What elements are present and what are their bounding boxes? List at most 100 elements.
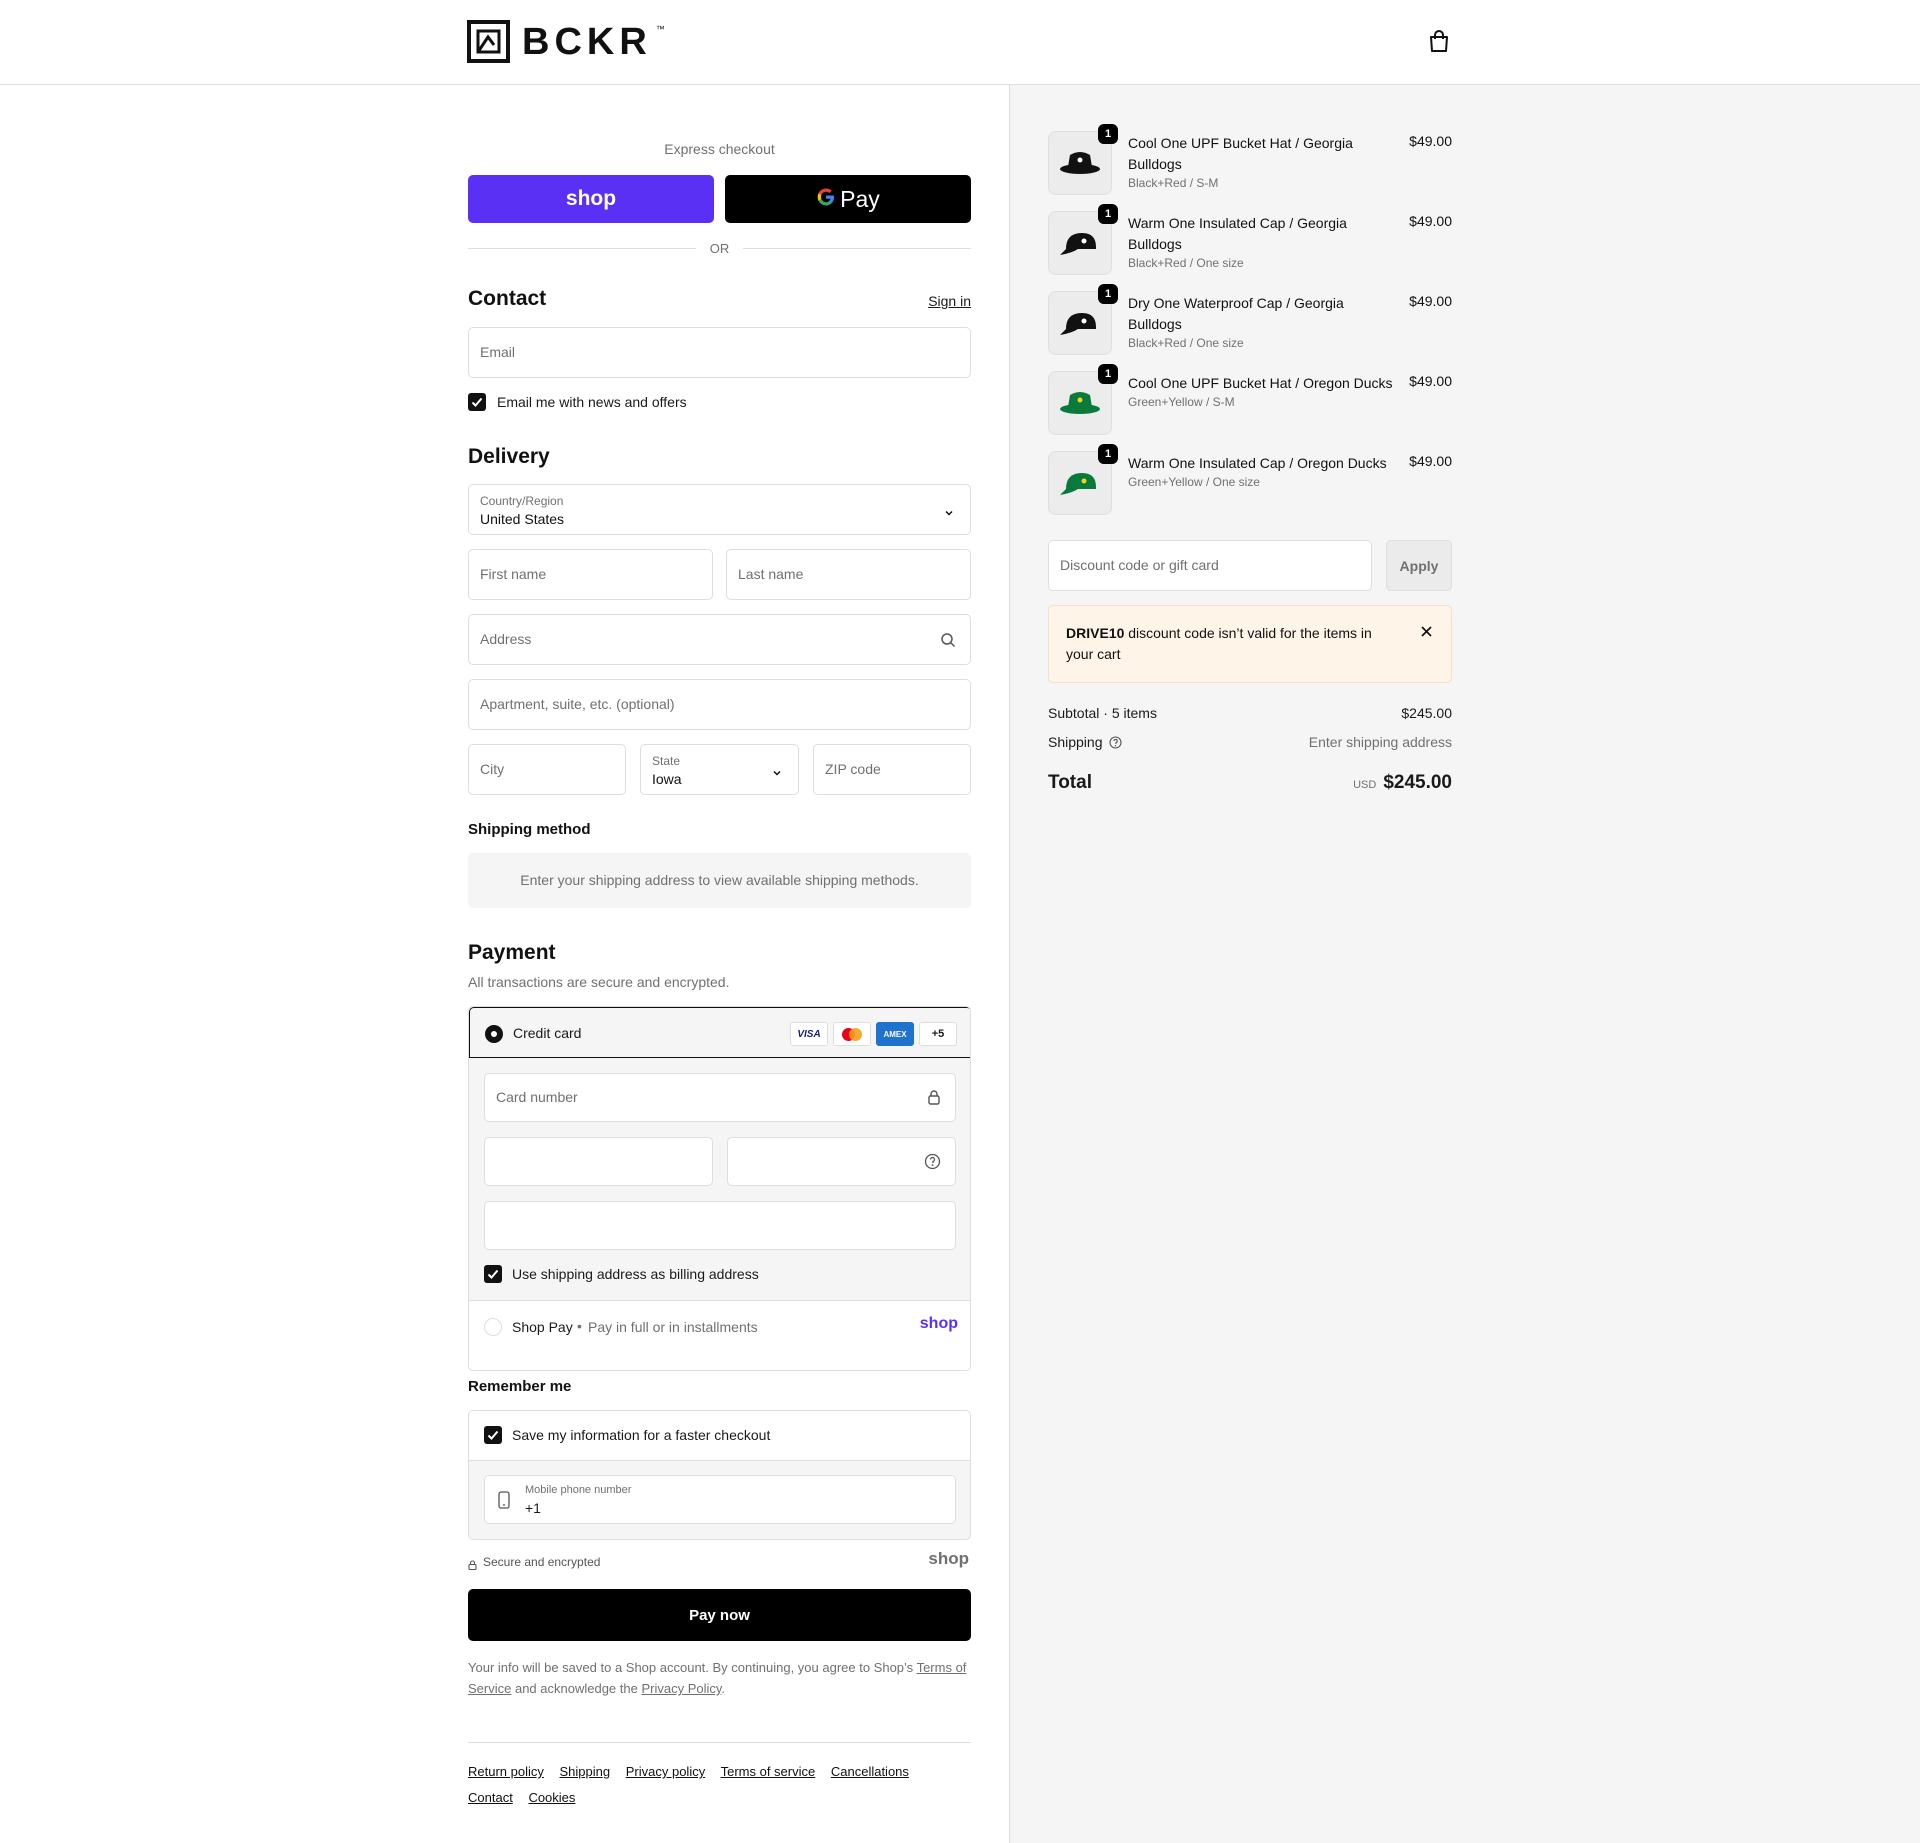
google-pay-button[interactable]: Pay xyxy=(725,175,971,223)
name-on-card-field[interactable] xyxy=(484,1201,956,1250)
google-pay-label: Pay xyxy=(840,185,880,212)
lock-icon xyxy=(927,1089,941,1108)
footer-link-terms-of-service[interactable]: Terms of service xyxy=(721,1764,816,1779)
chevron-down-icon xyxy=(944,505,954,521)
secure-label: Secure and encrypted xyxy=(483,1555,601,1569)
footer-divider xyxy=(468,1742,971,1743)
close-icon[interactable] xyxy=(1420,625,1433,641)
address-placeholder: Address xyxy=(480,631,532,647)
last-name-field[interactable]: Last name xyxy=(726,549,971,600)
country-label: Country/Region xyxy=(480,494,564,508)
item-price: $49.00 xyxy=(1409,133,1452,149)
help-icon[interactable] xyxy=(1109,736,1122,752)
remember-me-title: Remember me xyxy=(468,1378,572,1395)
cart-item: 1 Dry One Waterproof Cap / Georgia Bulld… xyxy=(1048,284,1452,355)
privacy-policy-link[interactable]: Privacy Policy xyxy=(641,1681,721,1696)
news-offers-checkbox[interactable] xyxy=(468,393,486,411)
shop-pay-express-button[interactable]: shop xyxy=(468,175,714,223)
shop-pay-logo: shop xyxy=(565,187,617,210)
expiration-date-field[interactable] xyxy=(484,1137,713,1186)
mastercard-icon xyxy=(833,1022,871,1046)
shop-logo: shop xyxy=(928,1549,969,1568)
save-info-row[interactable]: Save my information for a faster checkou… xyxy=(469,1411,970,1461)
card-number-field[interactable]: Card number xyxy=(484,1073,956,1122)
footer-link-return-policy[interactable]: Return policy xyxy=(468,1764,544,1779)
shop-pay-sub: Pay in full or in installments xyxy=(588,1319,758,1335)
or-divider: OR xyxy=(468,241,971,256)
shop-pay-label: Shop Pay xyxy=(512,1319,573,1335)
cart-item: 1 Cool One UPF Bucket Hat / Oregon Ducks… xyxy=(1048,364,1452,435)
legal-text-3: . xyxy=(721,1681,726,1696)
save-info-label: Save my information for a faster checkou… xyxy=(512,1427,771,1443)
shipping-label: Shipping xyxy=(1048,734,1103,750)
discount-code-field[interactable]: Discount code or gift card xyxy=(1048,540,1372,591)
cart-item: 1 Warm One Insulated Cap / Georgia Bulld… xyxy=(1048,204,1452,275)
quantity-badge: 1 xyxy=(1098,284,1118,304)
brand-mark-icon xyxy=(467,20,510,63)
payment-title: Payment xyxy=(468,941,556,964)
zip-field[interactable]: ZIP code xyxy=(813,744,971,795)
city-placeholder: City xyxy=(480,761,505,777)
email-field[interactable]: Email xyxy=(468,327,971,378)
card-number-placeholder: Card number xyxy=(496,1089,578,1105)
billing-address-label: Use shipping address as billing address xyxy=(512,1266,759,1282)
footer-link-shipping[interactable]: Shipping xyxy=(560,1764,611,1779)
email-placeholder: Email xyxy=(480,344,516,360)
delivery-title: Delivery xyxy=(468,445,550,468)
shipping-method-message: Enter your shipping address to view avai… xyxy=(468,853,971,908)
subtotal-label: Subtotal · 5 items xyxy=(1048,705,1157,721)
state-label: State xyxy=(652,754,681,768)
address-field[interactable]: Address xyxy=(468,614,971,665)
item-variant: Black+Red / S-M xyxy=(1128,176,1219,190)
city-field[interactable]: City xyxy=(468,744,626,795)
cart-bag-icon[interactable] xyxy=(1428,29,1452,55)
state-select[interactable]: State Iowa xyxy=(640,744,799,795)
shop-pay-option[interactable]: Shop Pay • Pay in full or in installment… xyxy=(469,1300,970,1370)
phone-field[interactable]: Mobile phone number +1 xyxy=(484,1475,956,1524)
legal-text-2: and acknowledge the xyxy=(511,1681,642,1696)
footer-link-contact[interactable]: Contact xyxy=(468,1790,513,1805)
apply-discount-button[interactable]: Apply xyxy=(1386,540,1452,591)
separator-dot: • xyxy=(577,1318,582,1334)
help-icon[interactable] xyxy=(924,1153,941,1173)
notice-text: DRIVE10 discount code isn’t valid for th… xyxy=(1066,623,1396,665)
credit-card-option[interactable]: Credit card VISA AMEX +5 xyxy=(469,1007,970,1058)
pay-now-button[interactable]: Pay now xyxy=(468,1589,971,1641)
cart-item: 1 Cool One UPF Bucket Hat / Georgia Bull… xyxy=(1048,124,1452,195)
country-select[interactable]: Country/Region United States xyxy=(468,484,971,535)
first-name-field[interactable]: First name xyxy=(468,549,713,600)
footer-link-privacy-policy[interactable]: Privacy policy xyxy=(626,1764,705,1779)
remember-me-box: Save my information for a faster checkou… xyxy=(468,1410,971,1540)
save-info-checkbox[interactable] xyxy=(484,1426,502,1444)
express-checkout-title: Express checkout xyxy=(664,141,775,157)
lock-icon xyxy=(468,1557,477,1573)
item-name: Cool One UPF Bucket Hat / Georgia Bulldo… xyxy=(1128,135,1353,172)
credit-card-radio[interactable] xyxy=(485,1025,503,1043)
visa-icon: VISA xyxy=(790,1022,828,1046)
footer-link-cookies[interactable]: Cookies xyxy=(528,1790,575,1805)
first-name-placeholder: First name xyxy=(480,566,547,582)
item-price: $49.00 xyxy=(1409,373,1452,389)
item-name: Warm One Insulated Cap / Oregon Ducks xyxy=(1128,455,1387,471)
brand-trademark: ™ xyxy=(655,23,665,34)
item-price: $49.00 xyxy=(1409,453,1452,469)
quantity-badge: 1 xyxy=(1098,124,1118,144)
total-value: $245.00 xyxy=(1383,772,1452,793)
footer-link-cancellations[interactable]: Cancellations xyxy=(831,1764,909,1779)
state-value: Iowa xyxy=(652,771,682,787)
sign-in-link[interactable]: Sign in xyxy=(928,293,971,309)
legal-text-1: Your info will be saved to a Shop accoun… xyxy=(468,1660,917,1675)
amex-icon: AMEX xyxy=(876,1022,914,1046)
last-name-placeholder: Last name xyxy=(738,566,804,582)
phone-icon xyxy=(498,1491,510,1512)
billing-address-checkbox[interactable] xyxy=(484,1265,502,1283)
apartment-field[interactable]: Apartment, suite, etc. (optional) xyxy=(468,679,971,730)
or-label: OR xyxy=(709,241,730,256)
shop-pay-radio[interactable] xyxy=(484,1318,502,1336)
brand-logo[interactable]: BCKR ™ xyxy=(467,20,673,63)
quantity-badge: 1 xyxy=(1098,444,1118,464)
quantity-badge: 1 xyxy=(1098,204,1118,224)
brand-name: BCKR xyxy=(522,20,652,63)
footer-links: Return policy Shipping Privacy policy Te… xyxy=(468,1759,971,1811)
security-code-field[interactable] xyxy=(727,1137,956,1186)
